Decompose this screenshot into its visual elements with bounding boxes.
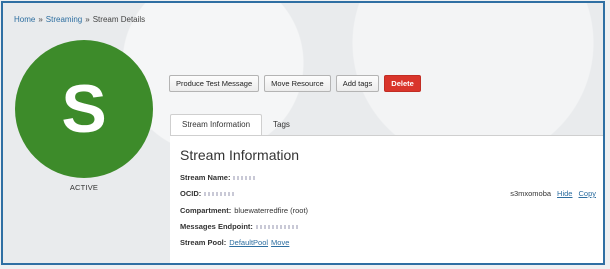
- endpoint-row: Messages Endpoint:: [180, 222, 300, 231]
- compartment-label: Compartment:: [180, 206, 232, 215]
- copy-ocid-link[interactable]: Copy: [578, 189, 596, 198]
- redacted-ocid: [204, 191, 235, 196]
- avatar-letter: S: [61, 71, 107, 147]
- stream-avatar: S: [15, 40, 153, 178]
- stream-pool-label: Stream Pool:: [180, 238, 227, 247]
- panel-title: Stream Information: [180, 147, 300, 163]
- produce-test-message-button[interactable]: Produce Test Message: [169, 75, 260, 92]
- tab-bar: Stream Information Tags: [170, 114, 301, 136]
- breadcrumb-separator: »: [38, 15, 43, 24]
- breadcrumb-current: Stream Details: [92, 15, 146, 24]
- status-label: ACTIVE: [69, 183, 99, 192]
- tab-stream-information[interactable]: Stream Information: [170, 114, 263, 136]
- ocid-actions: s3mxomoba Hide Copy: [510, 189, 596, 198]
- hide-ocid-link[interactable]: Hide: [557, 189, 572, 198]
- endpoint-label: Messages Endpoint:: [180, 222, 253, 231]
- move-pool-link[interactable]: Move: [271, 238, 289, 247]
- ocid-row: OCID:: [180, 189, 235, 198]
- delete-button[interactable]: Delete: [384, 75, 421, 92]
- breadcrumb-streaming[interactable]: Streaming: [46, 15, 82, 24]
- ocid-label: OCID:: [180, 189, 202, 198]
- compartment-value: bluewaterredfire (root): [234, 206, 309, 215]
- move-resource-button[interactable]: Move Resource: [264, 75, 331, 92]
- compartment-row: Compartment: bluewaterredfire (root): [180, 206, 308, 215]
- breadcrumb-home[interactable]: Home: [14, 15, 35, 24]
- tab-tags[interactable]: Tags: [262, 114, 301, 136]
- redacted-stream-name: [233, 175, 256, 180]
- ocid-suffix: s3mxomoba: [510, 189, 552, 198]
- window-frame: Home » Streaming » Stream Details S ACTI…: [1, 1, 605, 265]
- breadcrumb-separator: »: [85, 15, 90, 24]
- stream-pool-row: Stream Pool: DefaultPool Move: [180, 238, 289, 247]
- stream-name-row: Stream Name:: [180, 173, 256, 182]
- stream-pool-link[interactable]: DefaultPool: [229, 238, 268, 247]
- redacted-endpoint: [255, 224, 300, 229]
- stream-info-panel: Stream Information Stream Name: OCID: s3…: [170, 135, 603, 263]
- action-bar: Produce Test Message Move Resource Add t…: [169, 75, 421, 92]
- stream-name-label: Stream Name:: [180, 173, 231, 182]
- add-tags-button[interactable]: Add tags: [335, 75, 380, 92]
- breadcrumb: Home » Streaming » Stream Details: [14, 15, 145, 24]
